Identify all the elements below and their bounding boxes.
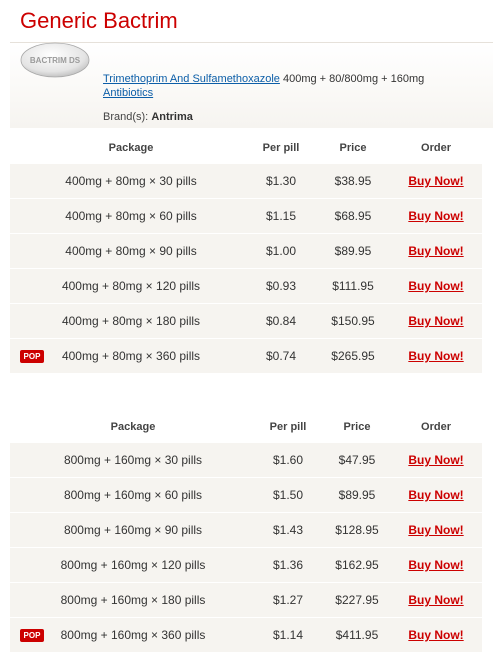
buy-now-link[interactable]: Buy Now! xyxy=(392,513,480,547)
per-pill-cell: $1.30 xyxy=(265,174,297,188)
popular-badge: POP xyxy=(20,350,44,363)
buy-now-link[interactable]: Buy Now! xyxy=(392,478,480,512)
price-cell: $47.95 xyxy=(338,453,376,467)
per-pill-cell: $1.50 xyxy=(272,488,304,502)
package-cell: 800mg + 160mg × 360 pills xyxy=(60,628,206,642)
table-row: 800mg + 160mg × 120 pills $1.36 $162.95 Buy… xyxy=(10,547,482,582)
table-row: 800mg + 160mg × 90 pills $1.43 $128.95 Buy … xyxy=(10,512,482,547)
price-cell: $162.95 xyxy=(335,558,379,572)
table-row: 400mg + 80mg × 30 pills $1.30 $38.95 Buy No… xyxy=(10,163,482,198)
buy-now-link[interactable]: Buy Now! xyxy=(392,199,480,233)
price-cell: $150.95 xyxy=(331,314,375,328)
header-order: Order xyxy=(421,142,451,154)
table-header: Package Per pill Price Order xyxy=(10,133,482,163)
buy-now-link[interactable]: Buy Now! xyxy=(392,164,480,198)
package-cell: 400mg + 80mg × 60 pills xyxy=(65,209,197,223)
price-cell: $128.95 xyxy=(335,523,379,537)
pill-imprint: BACTRIM DS xyxy=(30,56,81,65)
header-order: Order xyxy=(421,421,451,433)
package-cell: 800mg + 160mg × 30 pills xyxy=(63,453,203,467)
table-row: 400mg + 80mg × 180 pills $0.84 $150.95 Buy … xyxy=(10,303,482,338)
table-row: 800mg + 160mg × 30 pills $1.60 $47.95 Buy N… xyxy=(10,442,482,477)
buy-now-link[interactable]: Buy Now! xyxy=(392,304,480,338)
header-price: Price xyxy=(343,421,371,433)
per-pill-cell: $1.36 xyxy=(272,558,304,572)
buy-now-link[interactable]: Buy Now! xyxy=(392,548,480,582)
table-row: 400mg + 80mg × 120 pills $0.93 $111.95 Buy … xyxy=(10,268,482,303)
buy-now-link[interactable]: Buy Now! xyxy=(392,339,480,373)
package-cell: 400mg + 80mg × 90 pills xyxy=(65,244,197,258)
buy-now-link[interactable]: Buy Now! xyxy=(392,583,480,617)
package-cell: 800mg + 160mg × 60 pills xyxy=(63,488,203,502)
buy-now-link[interactable]: Buy Now! xyxy=(392,618,480,652)
price-table-400mg: Package Per pill Price Order 400mg + 80mg × … xyxy=(10,133,482,373)
table-row: 800mg + 160mg × 180 pills $1.27 $227.95 Buy… xyxy=(10,582,482,617)
table-row: 800mg + 160mg × 60 pills $1.50 $89.95 Buy N… xyxy=(10,477,482,512)
package-cell: 400mg + 80mg × 120 pills xyxy=(61,279,201,293)
per-pill-cell: $1.14 xyxy=(272,628,304,642)
package-cell: 400mg + 80mg × 30 pills xyxy=(65,174,197,188)
per-pill-cell: $0.93 xyxy=(265,279,297,293)
table-row: POP 400mg + 80mg × 360 pills $0.74 $265.95 B… xyxy=(10,338,482,373)
per-pill-cell: $1.27 xyxy=(272,593,304,607)
buy-now-link[interactable]: Buy Now! xyxy=(392,234,480,268)
per-pill-cell: $1.00 xyxy=(265,244,297,258)
header-package: Package xyxy=(108,142,154,154)
page-title: Generic Bactrim xyxy=(20,8,178,33)
category-link[interactable]: Antibiotics xyxy=(103,87,153,99)
header-per-pill: Per pill xyxy=(269,421,307,433)
table-row: POP 800mg + 160mg × 360 pills $1.14 $411.95… xyxy=(10,617,482,652)
header-per-pill: Per pill xyxy=(262,142,300,154)
per-pill-cell: $0.84 xyxy=(265,314,297,328)
header-price: Price xyxy=(339,142,367,154)
per-pill-cell: $1.60 xyxy=(272,453,304,467)
price-cell: $265.95 xyxy=(331,349,375,363)
price-cell: $89.95 xyxy=(338,488,376,502)
brand-line: Brand(s): Antrima xyxy=(103,111,193,123)
package-cell: 400mg + 80mg × 360 pills xyxy=(61,349,201,363)
product-dosages: 400mg + 80/800mg + 160mg xyxy=(282,73,425,85)
per-pill-cell: $1.43 xyxy=(272,523,304,537)
package-cell: 800mg + 160mg × 90 pills xyxy=(63,523,203,537)
price-cell: $68.95 xyxy=(334,209,372,223)
package-cell: 800mg + 160mg × 180 pills xyxy=(60,593,206,607)
header-package: Package xyxy=(110,421,156,433)
popular-badge: POP xyxy=(20,629,44,642)
price-table-800mg: Package Per pill Price Order 800mg + 160mg ×… xyxy=(10,412,482,652)
price-cell: $227.95 xyxy=(335,593,379,607)
product-description: Trimethoprim And Sulfamethoxazole 400mg … xyxy=(103,72,424,100)
brand-label: Brand(s): xyxy=(103,111,149,123)
package-cell: 800mg + 160mg × 120 pills xyxy=(60,558,206,572)
price-cell: $89.95 xyxy=(334,244,372,258)
pill-image: BACTRIM DS xyxy=(20,42,90,78)
package-cell: 400mg + 80mg × 180 pills xyxy=(61,314,201,328)
table-row: 400mg + 80mg × 60 pills $1.15 $68.95 Buy No… xyxy=(10,198,482,233)
table-row: 400mg + 80mg × 90 pills $1.00 $89.95 Buy No… xyxy=(10,233,482,268)
buy-now-link[interactable]: Buy Now! xyxy=(392,269,480,303)
table-header: Package Per pill Price Order xyxy=(10,412,482,442)
brand-value: Antrima xyxy=(151,111,193,123)
buy-now-link[interactable]: Buy Now! xyxy=(392,443,480,477)
per-pill-cell: $1.15 xyxy=(265,209,297,223)
per-pill-cell: $0.74 xyxy=(265,349,297,363)
price-cell: $38.95 xyxy=(334,174,372,188)
product-name-link[interactable]: Trimethoprim And Sulfamethoxazole xyxy=(103,73,280,85)
price-cell: $111.95 xyxy=(332,279,374,293)
price-cell: $411.95 xyxy=(335,628,379,642)
